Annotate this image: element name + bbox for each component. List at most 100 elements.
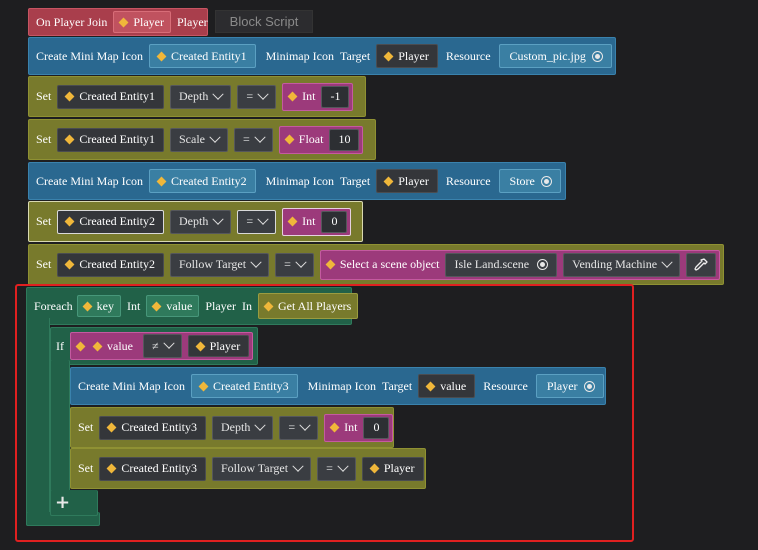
event-player-chip[interactable]: Player (113, 11, 171, 33)
condition-operator-dropdown[interactable]: ≠ (143, 334, 182, 358)
chevron-down-icon (250, 256, 262, 268)
number-input[interactable]: 0 (321, 210, 348, 233)
condition-left-slot[interactable]: value (90, 335, 137, 357)
resource-slot[interactable]: Player (535, 374, 604, 398)
entity-chip[interactable]: Created Entity1 (148, 44, 256, 68)
param-diamond-icon (198, 381, 209, 391)
minimap-label: Minimap Icon (265, 48, 334, 63)
entity-chip[interactable]: Created Entity2 (148, 169, 256, 193)
param-diamond-icon (383, 176, 394, 186)
property-dropdown[interactable]: Depth (170, 84, 232, 109)
event-row: On Player Join Player Player (28, 8, 208, 36)
int-value-block[interactable]: Int -1 (282, 82, 354, 111)
foreach-label: Foreach (34, 298, 73, 313)
event-player-text: Player (176, 14, 208, 29)
add-block-button[interactable]: + (54, 492, 71, 513)
entity-chip-label: Created Entity3 (212, 378, 289, 393)
entity-slot[interactable]: Created Entity3 (99, 415, 206, 440)
eyedropper-button[interactable] (686, 252, 717, 277)
chevron-down-icon (292, 460, 304, 472)
block-script-button[interactable]: Block Script (215, 10, 313, 33)
number-input[interactable]: 0 (363, 416, 390, 439)
param-diamond-icon (325, 259, 336, 270)
entity-slot[interactable]: Created Entity1 (57, 84, 164, 109)
scene-object-label: Select a scene object (339, 257, 440, 271)
create-label: Create Mini Map Icon (36, 173, 143, 188)
param-diamond-icon (195, 341, 206, 351)
operator-dropdown[interactable]: = (279, 415, 319, 440)
target-icon[interactable] (591, 50, 603, 62)
chevron-down-icon (212, 88, 224, 100)
scene-file-slot[interactable]: Isle Land.scene (445, 252, 558, 277)
eyedropper-icon (694, 257, 708, 271)
param-diamond-icon (64, 134, 75, 145)
set-label: Set (78, 461, 94, 475)
get-all-players-block[interactable]: Get All Players (257, 293, 359, 319)
float-value-block[interactable]: Float 10 (278, 125, 364, 154)
target-slot[interactable]: value (418, 374, 476, 398)
chevron-down-icon (661, 256, 673, 268)
foreach-in-label: In (241, 298, 252, 313)
int-value-block[interactable]: Int 0 (282, 207, 352, 236)
entity-slot[interactable]: Created Entity2 (57, 209, 164, 234)
param-diamond-icon (151, 301, 162, 311)
entity-slot[interactable]: Created Entity1 (57, 127, 164, 152)
target-value: Player (383, 461, 415, 475)
param-diamond-icon (284, 134, 295, 145)
property-dropdown[interactable]: Depth (212, 415, 274, 440)
property-dropdown[interactable]: Follow Target (212, 456, 312, 481)
target-value: value (440, 378, 467, 393)
param-diamond-icon (156, 176, 167, 186)
set-label: Set (36, 132, 52, 146)
param-diamond-icon (92, 341, 103, 351)
chevron-down-icon (257, 88, 269, 100)
entity-slot[interactable]: Created Entity2 (57, 252, 164, 277)
property-dropdown[interactable]: Scale (170, 127, 228, 152)
number-input[interactable]: 10 (329, 128, 360, 151)
operator-dropdown[interactable]: = (234, 127, 273, 152)
target-icon[interactable] (540, 175, 552, 187)
property-dropdown[interactable]: Depth (170, 209, 232, 234)
operator-dropdown[interactable]: = (237, 209, 277, 234)
operator-dropdown[interactable]: = (237, 84, 277, 109)
set-row-8: Set Created Entity3 Depth = Int 0 (70, 407, 394, 448)
chevron-down-icon (254, 419, 266, 431)
condition-right-slot[interactable]: Player (187, 335, 250, 357)
target-slot[interactable]: Player (376, 169, 438, 193)
operator-dropdown[interactable]: = (317, 456, 356, 481)
condition-block[interactable]: value ≠ Player (70, 332, 254, 360)
entity-slot-label: Created Entity1 (79, 132, 155, 146)
target-slot[interactable]: Player (361, 456, 424, 481)
target-icon[interactable] (537, 259, 549, 270)
set-label: Set (36, 214, 52, 228)
chevron-down-icon (209, 131, 221, 143)
entity-chip-label: Created Entity2 (170, 173, 247, 188)
target-icon[interactable] (583, 380, 595, 392)
number-input[interactable]: -1 (321, 85, 350, 108)
resource-slot[interactable]: Store (498, 169, 561, 193)
plus-icon: + (54, 492, 71, 513)
resource-slot[interactable]: Custom_pic.jpg (498, 44, 612, 68)
number-value: 10 (338, 132, 351, 146)
operator-dropdown[interactable]: = (275, 252, 314, 277)
foreach-value-type: Player (205, 298, 236, 313)
set-row-9: Set Created Entity3 Follow Target = Play… (70, 448, 424, 489)
scene-object-block[interactable]: Select a scene object Isle Land.scene Ve… (319, 249, 721, 280)
target-value: Player (398, 48, 429, 63)
target-slot[interactable]: Player (376, 44, 438, 68)
entity-chip[interactable]: Created Entity3 (190, 374, 298, 398)
property-dropdown[interactable]: Follow Target (170, 252, 270, 277)
entity-slot-label: Created Entity3 (121, 420, 197, 434)
condition-left-value: value (107, 338, 133, 353)
int-value-block[interactable]: Int 0 (324, 413, 394, 442)
entity-slot[interactable]: Created Entity3 (99, 456, 206, 481)
operator-value: = (284, 257, 291, 271)
if-row: If value ≠ Player (50, 327, 254, 365)
type-label: Int (302, 89, 316, 103)
foreach-value-chip[interactable]: value (146, 295, 200, 317)
property-value: Depth (179, 89, 209, 103)
foreach-key-chip[interactable]: key (76, 295, 121, 317)
scene-object-dropdown[interactable]: Vending Machine (563, 252, 681, 277)
set-label: Set (36, 89, 52, 103)
param-diamond-icon (75, 341, 86, 351)
